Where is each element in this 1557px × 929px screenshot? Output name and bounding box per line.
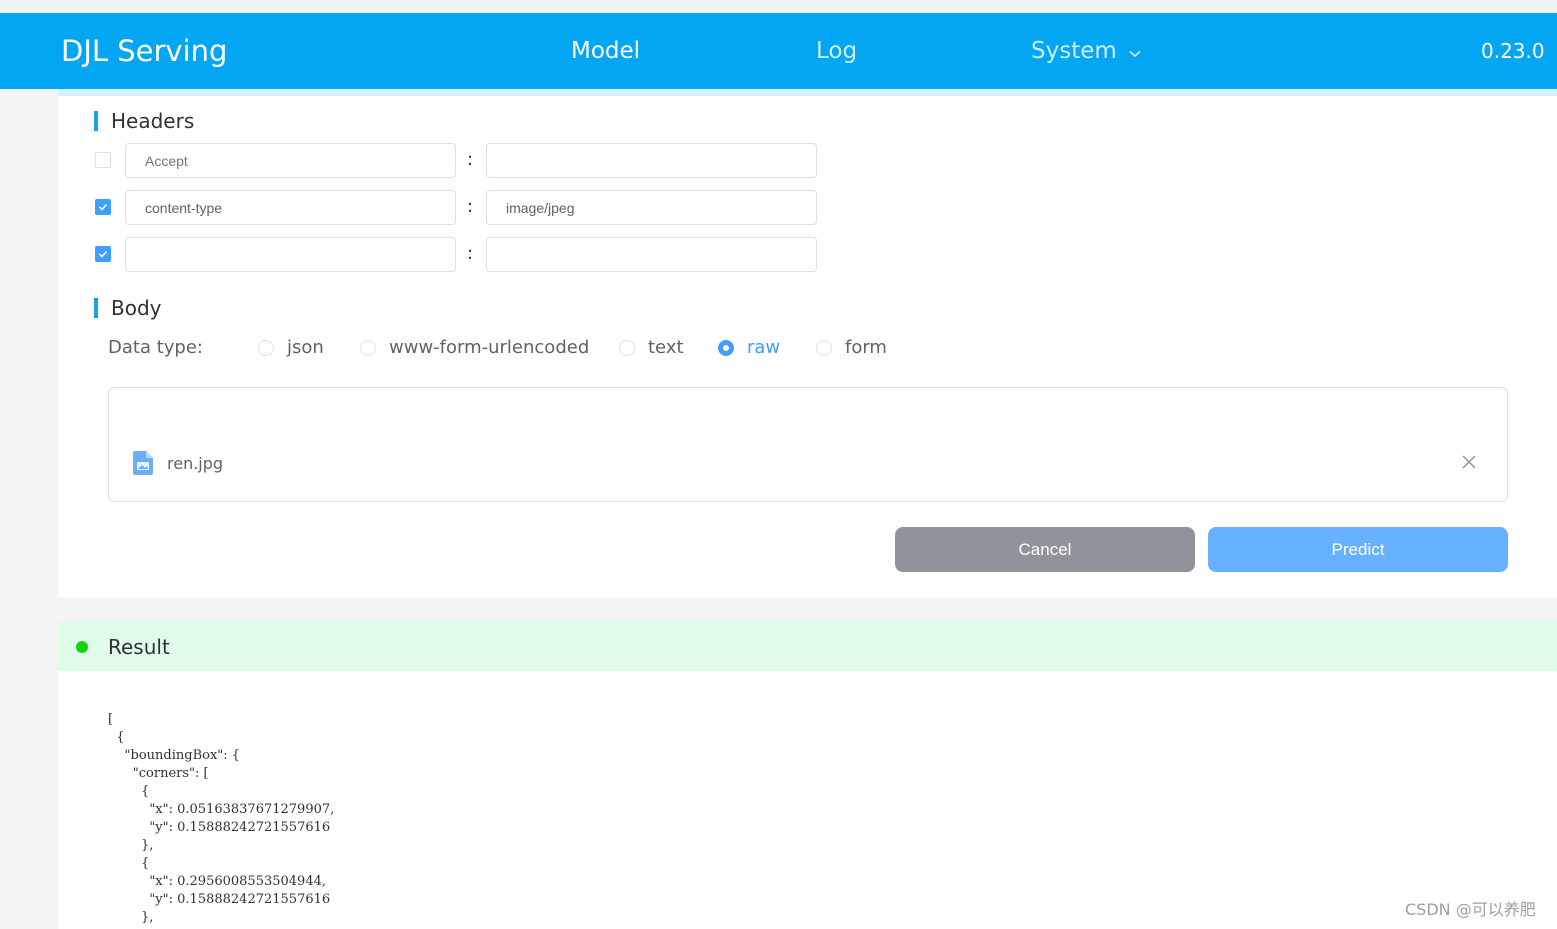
result-json: [ { "boundingBox": { "corners": [ { "x":… — [108, 712, 335, 925]
check-icon — [98, 250, 108, 258]
predict-button[interactable]: Predict — [1208, 527, 1508, 572]
radio-form-label: form — [845, 337, 887, 358]
radio-raw-label: raw — [747, 337, 781, 358]
navbar: DJL Serving Model Log System 0.23.0 — [0, 13, 1557, 89]
header-row-2-checkbox[interactable] — [95, 199, 111, 215]
nav-underline — [58, 89, 1557, 96]
header-row-2-key-input[interactable] — [125, 190, 456, 225]
headers-title: Headers — [94, 109, 194, 133]
version-label: 0.23.0 — [1481, 39, 1545, 63]
header-row-2-value-input[interactable] — [486, 190, 817, 225]
radio-circle — [619, 340, 635, 356]
top-strip — [0, 0, 1557, 13]
radio-circle — [360, 340, 376, 356]
header-row-1-key-input[interactable] — [125, 143, 456, 178]
chevron-down-icon — [1129, 35, 1141, 67]
radio-www-form-urlencoded-label: www-form-urlencoded — [389, 337, 590, 358]
header-separator: : — [467, 196, 474, 217]
body-title: Body — [94, 296, 162, 320]
radio-raw[interactable]: raw — [718, 336, 780, 360]
watermark: CSDN @可以养肥 — [1405, 900, 1536, 919]
header-row-3-checkbox[interactable] — [95, 246, 111, 262]
image-file-icon — [133, 451, 153, 479]
brand-title: DJL Serving — [61, 34, 228, 68]
header-row-2: : — [95, 190, 825, 225]
radio-www-form-urlencoded[interactable]: www-form-urlencoded — [360, 336, 589, 360]
file-name: ren.jpg — [167, 454, 224, 473]
radio-circle — [258, 340, 274, 356]
radio-form[interactable]: form — [816, 336, 887, 360]
header-row-3: : — [95, 237, 825, 272]
cancel-button[interactable]: Cancel — [895, 527, 1195, 572]
check-icon — [98, 203, 108, 211]
data-type-label: Data type: — [108, 337, 203, 358]
radio-json-label: json — [287, 337, 324, 358]
header-row-1: : — [95, 143, 825, 178]
radio-json[interactable]: json — [258, 336, 324, 360]
header-row-1-value-input[interactable] — [486, 143, 817, 178]
file-upload-area[interactable]: ren.jpg — [108, 387, 1508, 502]
radio-text-label: text — [648, 337, 684, 358]
radio-circle — [718, 340, 734, 356]
header-separator: : — [467, 149, 474, 170]
radio-circle — [816, 340, 832, 356]
status-dot-icon — [76, 641, 88, 653]
nav-model[interactable]: Model — [571, 35, 640, 67]
header-row-3-value-input[interactable] — [486, 237, 817, 272]
radio-text[interactable]: text — [619, 336, 684, 360]
nav-system[interactable]: System — [1031, 35, 1141, 67]
header-row-3-key-input[interactable] — [125, 237, 456, 272]
result-title: Result — [108, 635, 170, 659]
header-row-1-checkbox[interactable] — [95, 152, 111, 168]
version-dropdown[interactable]: 0.23.0 — [1481, 35, 1557, 67]
nav-system-label: System — [1031, 38, 1117, 64]
result-header: Result — [58, 621, 1557, 671]
nav-log[interactable]: Log — [816, 35, 857, 67]
close-icon[interactable] — [1461, 454, 1477, 474]
result-panel: Result [ { "boundingBox": { "corners": [… — [58, 621, 1557, 929]
header-separator: : — [467, 243, 474, 264]
request-form: Headers : : : Body Data type: json www-f… — [58, 96, 1557, 597]
